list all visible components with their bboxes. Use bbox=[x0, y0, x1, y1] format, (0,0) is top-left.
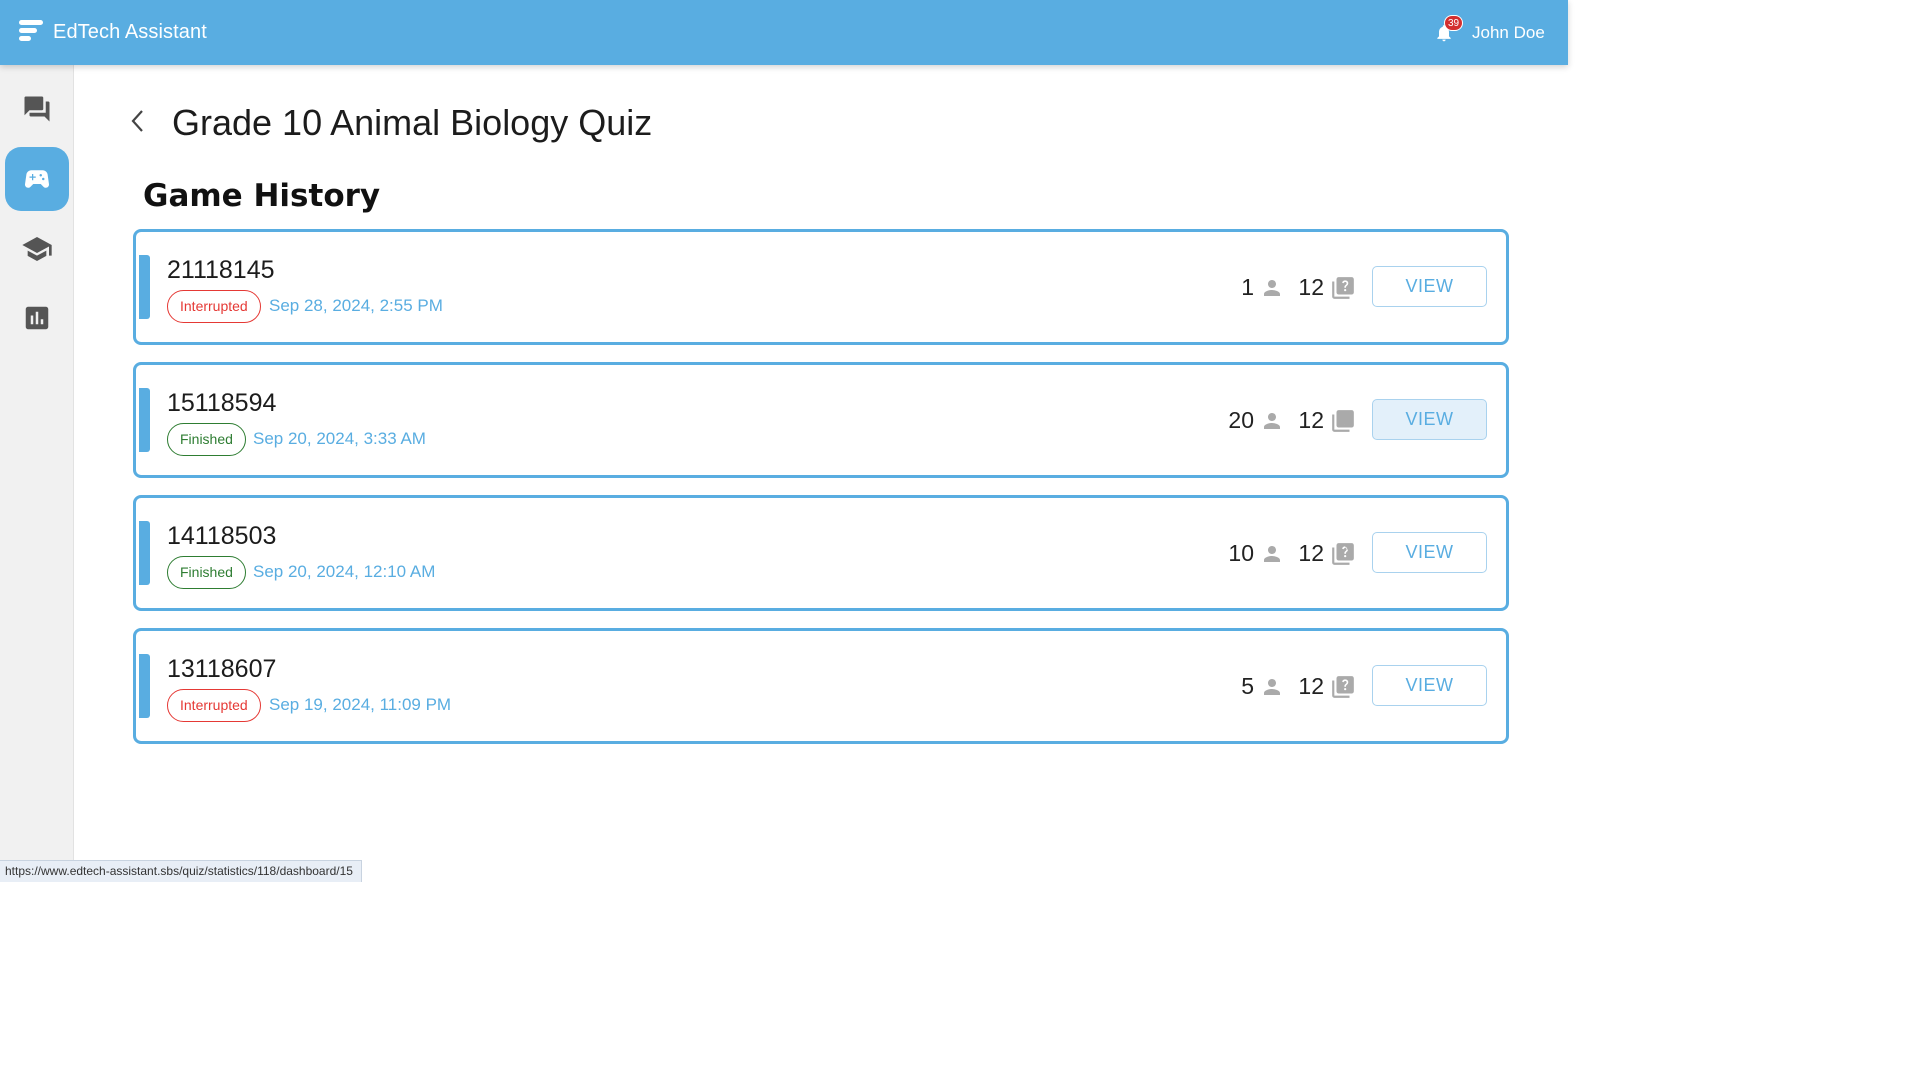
status-badge: Finished bbox=[167, 556, 246, 589]
game-history-card: 14118503 Finished Sep 20, 2024, 12:10 AM… bbox=[133, 495, 1509, 611]
question-count: 12 bbox=[1296, 540, 1356, 567]
game-history-card: 15118594 Finished Sep 20, 2024, 3:33 AM … bbox=[133, 362, 1509, 478]
player-count: 1 bbox=[1226, 274, 1284, 301]
question-count: 12 bbox=[1296, 407, 1356, 434]
app-title: EdTech Assistant bbox=[53, 21, 207, 43]
top-app-bar: EdTech Assistant 39 John Doe bbox=[0, 0, 1568, 65]
question-count-value: 12 bbox=[1298, 673, 1324, 699]
back-button[interactable] bbox=[124, 106, 152, 136]
card-accent-bar bbox=[139, 255, 150, 319]
game-id: 13118607 bbox=[167, 655, 277, 683]
chat-icon bbox=[24, 96, 50, 122]
status-badge: Interrupted bbox=[167, 689, 261, 722]
gamepad-icon bbox=[24, 170, 50, 188]
player-count-value: 1 bbox=[1241, 274, 1254, 300]
player-count-value: 5 bbox=[1241, 673, 1254, 699]
graduation-cap-icon bbox=[22, 237, 52, 261]
status-badge: Finished bbox=[167, 423, 246, 456]
game-date: Sep 28, 2024, 2:55 PM bbox=[269, 296, 443, 315]
player-count: 20 bbox=[1218, 407, 1284, 434]
question-library-icon bbox=[1332, 409, 1354, 432]
sidebar-item-chat[interactable] bbox=[5, 77, 69, 141]
player-count: 5 bbox=[1226, 673, 1284, 700]
question-library-icon bbox=[1332, 276, 1354, 299]
view-button[interactable]: VIEW bbox=[1372, 665, 1487, 706]
player-count: 10 bbox=[1218, 540, 1284, 567]
browser-status-url: https://www.edtech-assistant.sbs/quiz/st… bbox=[0, 860, 362, 882]
page-title: Grade 10 Animal Biology Quiz bbox=[172, 102, 653, 143]
player-count-value: 20 bbox=[1228, 407, 1254, 433]
notification-count-badge: 39 bbox=[1444, 15, 1464, 31]
game-date: Sep 20, 2024, 3:33 AM bbox=[253, 429, 426, 448]
game-id: 15118594 bbox=[167, 389, 277, 417]
chevron-left-icon bbox=[131, 110, 143, 132]
person-icon bbox=[1264, 545, 1280, 562]
question-count: 12 bbox=[1296, 673, 1356, 700]
question-count-value: 12 bbox=[1298, 540, 1324, 566]
view-button[interactable]: VIEW bbox=[1372, 399, 1487, 440]
view-button[interactable]: VIEW bbox=[1372, 266, 1487, 307]
user-name[interactable]: John Doe bbox=[1472, 23, 1545, 43]
bar-chart-icon bbox=[25, 306, 49, 330]
section-title: Game History bbox=[143, 178, 381, 214]
card-accent-bar bbox=[139, 654, 150, 718]
person-icon bbox=[1264, 412, 1280, 429]
view-button[interactable]: VIEW bbox=[1372, 532, 1487, 573]
question-count-value: 12 bbox=[1298, 274, 1324, 300]
question-library-icon bbox=[1332, 675, 1354, 698]
game-date: Sep 20, 2024, 12:10 AM bbox=[253, 562, 436, 581]
question-count: 12 bbox=[1296, 274, 1356, 301]
question-count-value: 12 bbox=[1298, 407, 1324, 433]
game-id: 21118145 bbox=[167, 256, 275, 284]
sidebar-item-statistics[interactable] bbox=[5, 286, 69, 350]
sidebar-item-courses[interactable] bbox=[5, 217, 69, 281]
player-count-value: 10 bbox=[1228, 540, 1254, 566]
card-accent-bar bbox=[139, 388, 150, 452]
game-history-card: 21118145 Interrupted Sep 28, 2024, 2:55 … bbox=[133, 229, 1509, 345]
person-icon bbox=[1264, 678, 1280, 695]
sidebar-item-games[interactable] bbox=[5, 147, 69, 211]
card-accent-bar bbox=[139, 521, 150, 585]
game-date: Sep 19, 2024, 11:09 PM bbox=[269, 695, 452, 714]
game-id: 14118503 bbox=[167, 522, 277, 550]
sidebar-nav bbox=[0, 65, 74, 882]
person-icon bbox=[1264, 279, 1280, 296]
status-badge: Interrupted bbox=[167, 290, 261, 323]
game-history-card: 13118607 Interrupted Sep 19, 2024, 11:09… bbox=[133, 628, 1509, 744]
app-logo-icon[interactable] bbox=[19, 20, 45, 46]
question-library-icon bbox=[1332, 542, 1354, 565]
